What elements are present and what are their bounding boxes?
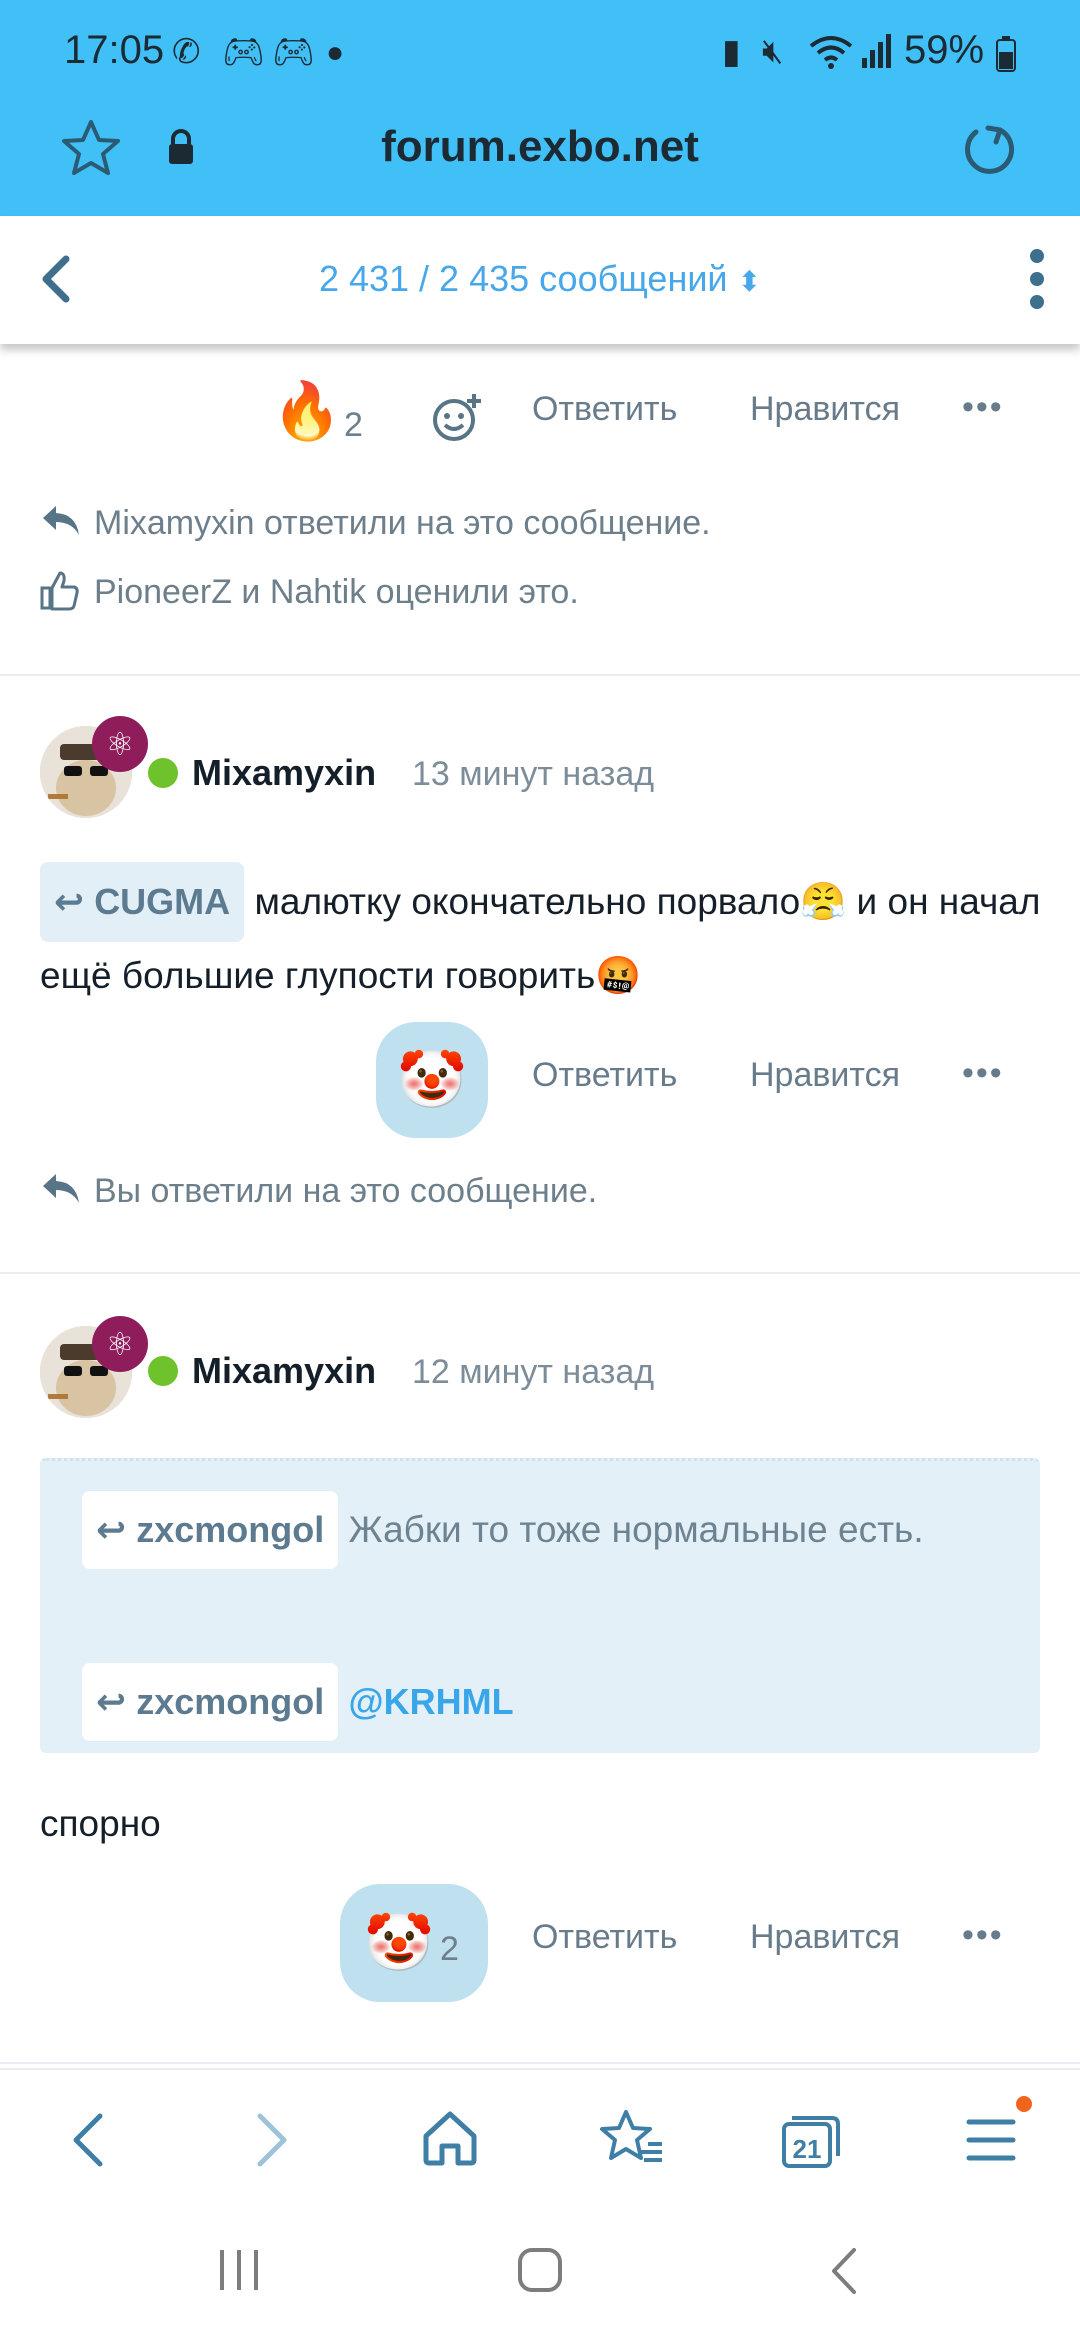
post-divider (0, 1272, 1080, 1274)
more-button[interactable]: ••• (962, 1916, 1004, 1955)
gamepad-icon: 🎮︎ (272, 33, 316, 71)
quote-chip[interactable]: ↩ CUGMA (40, 862, 245, 942)
quote-author: zxcmongol (136, 1681, 325, 1722)
menu-icon[interactable] (966, 2116, 1016, 2169)
reply-button[interactable]: Ответить (532, 1056, 677, 1095)
quote-1: ↩ zxcmongol Жабки то тоже нормальные ест… (82, 1491, 982, 1569)
recents-icon[interactable] (216, 2248, 262, 2297)
reply-arrow-icon: ↩ (96, 1681, 127, 1722)
battery-saver-icon: ▮ (722, 33, 741, 71)
post-divider (0, 674, 1080, 676)
more-button[interactable]: ••• (962, 388, 1004, 427)
online-indicator (148, 758, 178, 788)
tabs-icon[interactable]: 21 (780, 2110, 842, 2175)
kebab-menu-icon[interactable] (1028, 248, 1046, 315)
reply-button[interactable]: Ответить (532, 390, 677, 429)
online-indicator (148, 1356, 178, 1386)
reply-arrow-icon (40, 1170, 82, 1211)
quote-block: ↩ zxcmongol Жабки то тоже нормальные ест… (40, 1458, 1040, 1753)
post-text-part1: малютку окончательно порвало (254, 881, 801, 922)
status-time: 17:05 (64, 28, 165, 72)
replied-notice[interactable]: Mixamyxin ответили на это сообщение. (94, 504, 711, 543)
battery-text: 59% (904, 28, 985, 72)
quote-chip[interactable]: ↩ zxcmongol (82, 1663, 339, 1741)
more-button[interactable]: ••• (962, 1054, 1004, 1093)
like-button[interactable]: Нравится (750, 1056, 900, 1095)
clown-reaction[interactable]: 🤡 2 (340, 1884, 488, 2002)
system-back-icon[interactable] (826, 2246, 862, 2301)
clown-reaction[interactable]: 🤡 (376, 1022, 488, 1138)
mention-link[interactable]: @KRHML (348, 1681, 513, 1722)
bookmarks-icon[interactable] (600, 2108, 666, 2173)
reply-arrow-icon (40, 502, 82, 543)
reply-arrow-icon: ↩ (54, 881, 85, 922)
steam-face-emoji: 😤 (800, 881, 847, 922)
post-author[interactable]: Mixamyxin (192, 1350, 376, 1392)
message-counter-text: 2 431 / 2 435 сообщений (318, 258, 728, 299)
reply-arrow-icon: ↩ (96, 1509, 127, 1550)
quote-chip[interactable]: ↩ zxcmongol (82, 1491, 339, 1569)
atom-badge-icon: ⚛ (92, 1316, 148, 1372)
dot-icon: ● (326, 36, 345, 69)
forward-icon[interactable] (252, 2110, 292, 2175)
post-divider (0, 2062, 1080, 2064)
signal-icon (860, 32, 894, 79)
you-replied-notice[interactable]: Вы ответили на это сообщение. (94, 1172, 597, 1211)
whatsapp-icon: ✆ (172, 33, 201, 71)
wifi-icon (808, 32, 854, 81)
home-button-icon[interactable] (516, 2246, 564, 2299)
battery-icon (996, 36, 1016, 77)
cursing-face-emoji: 🤬 (595, 955, 642, 996)
clown-face-emoji: 🤡 (364, 1911, 434, 1974)
home-icon[interactable] (420, 2110, 480, 2171)
quote-author: zxcmongol (136, 1509, 325, 1550)
post-time[interactable]: 12 минут назад (412, 1353, 654, 1392)
quote-2: ↩ zxcmongol @KRHML (82, 1663, 514, 1741)
message-counter[interactable]: 2 431 / 2 435 сообщений ⬍ (0, 258, 1080, 300)
notification-dot (1016, 2096, 1032, 2112)
mute-icon: 🔇︎ (762, 32, 784, 70)
reply-button[interactable]: Ответить (532, 1918, 677, 1957)
clown-reaction-count: 2 (440, 1930, 459, 1968)
atom-badge-icon: ⚛ (92, 716, 148, 772)
sort-updown-icon: ⬍ (737, 265, 762, 297)
fire-reaction-count: 2 (344, 406, 363, 444)
thumbs-up-icon (40, 570, 80, 617)
like-button[interactable]: Нравится (750, 1918, 900, 1957)
add-reaction-icon[interactable] (432, 392, 484, 447)
post-body: ↩ CUGMA малютку окончательно порвало😤 и … (40, 862, 1050, 1010)
quote-author: CUGMA (94, 881, 231, 922)
browser-bottom-bar (0, 2068, 1080, 2230)
liked-notice[interactable]: PioneerZ и Nahtik оценили это. (94, 573, 579, 612)
clown-face-emoji: 🤡 (397, 1048, 467, 1111)
quote-text: Жабки то тоже нормальные есть. (348, 1509, 924, 1550)
url-bar[interactable]: forum.exbo.net (0, 122, 1080, 172)
back-icon[interactable] (68, 2110, 108, 2175)
post-author[interactable]: Mixamyxin (192, 752, 376, 794)
reload-icon[interactable] (960, 120, 1016, 181)
fire-reaction[interactable]: 🔥 (272, 378, 342, 444)
like-button[interactable]: Нравится (750, 390, 900, 429)
gamepad-icon: 🎮︎ (222, 33, 266, 71)
tabs-count: 21 (792, 2134, 822, 2164)
post-body: спорно (40, 1803, 161, 1844)
post-time[interactable]: 13 минут назад (412, 755, 654, 794)
